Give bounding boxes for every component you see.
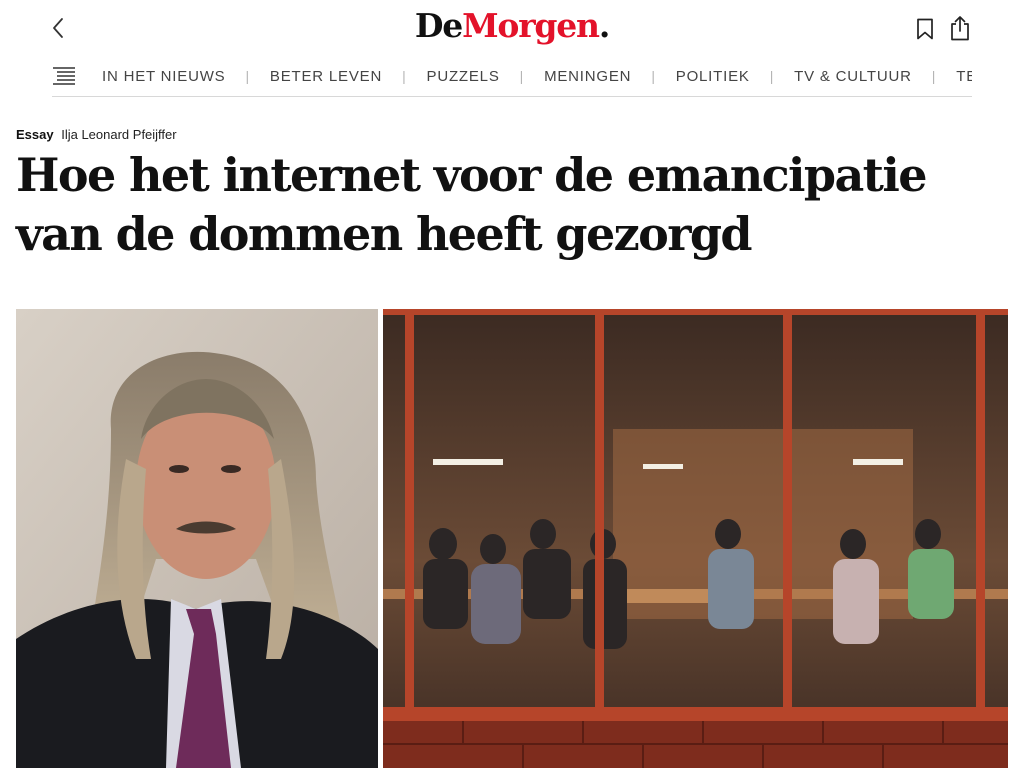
nav-separator: | xyxy=(519,68,525,84)
nav-items: IN HET NIEUWS | BETER LEVEN | PUZZELS | … xyxy=(102,58,972,94)
nav-separator: | xyxy=(769,68,775,84)
nav-item-beter-leven[interactable]: BETER LEVEN xyxy=(270,68,382,85)
nav-item-meningen[interactable]: MENINGEN xyxy=(544,68,631,85)
logo-morgen: Morgen xyxy=(462,6,600,45)
logo-de: De xyxy=(414,6,463,45)
nav-separator: | xyxy=(651,68,656,84)
nav-item-in-het-nieuws[interactable]: IN HET NIEUWS xyxy=(102,68,225,85)
cafe-window-photo xyxy=(383,309,1008,768)
nav-item-politiek[interactable]: POLITIEK xyxy=(676,68,750,85)
logo-dot: . xyxy=(598,6,611,45)
article-headline: Hoe het internet voor de emancipatie van… xyxy=(16,148,927,261)
top-bar: DeMorgen. xyxy=(0,0,1024,56)
logo-link[interactable]: DeMorgen. xyxy=(414,6,611,45)
author-portrait-photo xyxy=(16,309,378,768)
bookmark-icon xyxy=(917,18,933,40)
nav-separator: | xyxy=(245,68,250,84)
article-author[interactable]: Ilja Leonard Pfeijffer xyxy=(61,127,176,142)
article-kicker: Essay Ilja Leonard Pfeijffer xyxy=(16,127,177,143)
nav-item-tech[interactable]: TECH & xyxy=(956,68,972,85)
share-icon xyxy=(951,16,969,41)
article-category[interactable]: Essay xyxy=(16,127,54,142)
nav-separator: | xyxy=(402,68,407,84)
back-button[interactable] xyxy=(44,14,72,42)
share-button[interactable] xyxy=(947,13,973,43)
nav-item-puzzels[interactable]: PUZZELS xyxy=(427,68,500,85)
menu-lines-icon xyxy=(53,67,75,85)
menu-button[interactable] xyxy=(52,66,76,86)
nav-separator: | xyxy=(931,68,937,84)
section-nav: IN HET NIEUWS | BETER LEVEN | PUZZELS | … xyxy=(52,58,972,97)
site-logo: DeMorgen. xyxy=(0,6,1024,46)
nav-item-tv-cultuur[interactable]: TV & CULTUUR xyxy=(794,68,912,85)
bookmark-button[interactable] xyxy=(912,15,938,43)
chevron-left-icon xyxy=(53,18,63,38)
